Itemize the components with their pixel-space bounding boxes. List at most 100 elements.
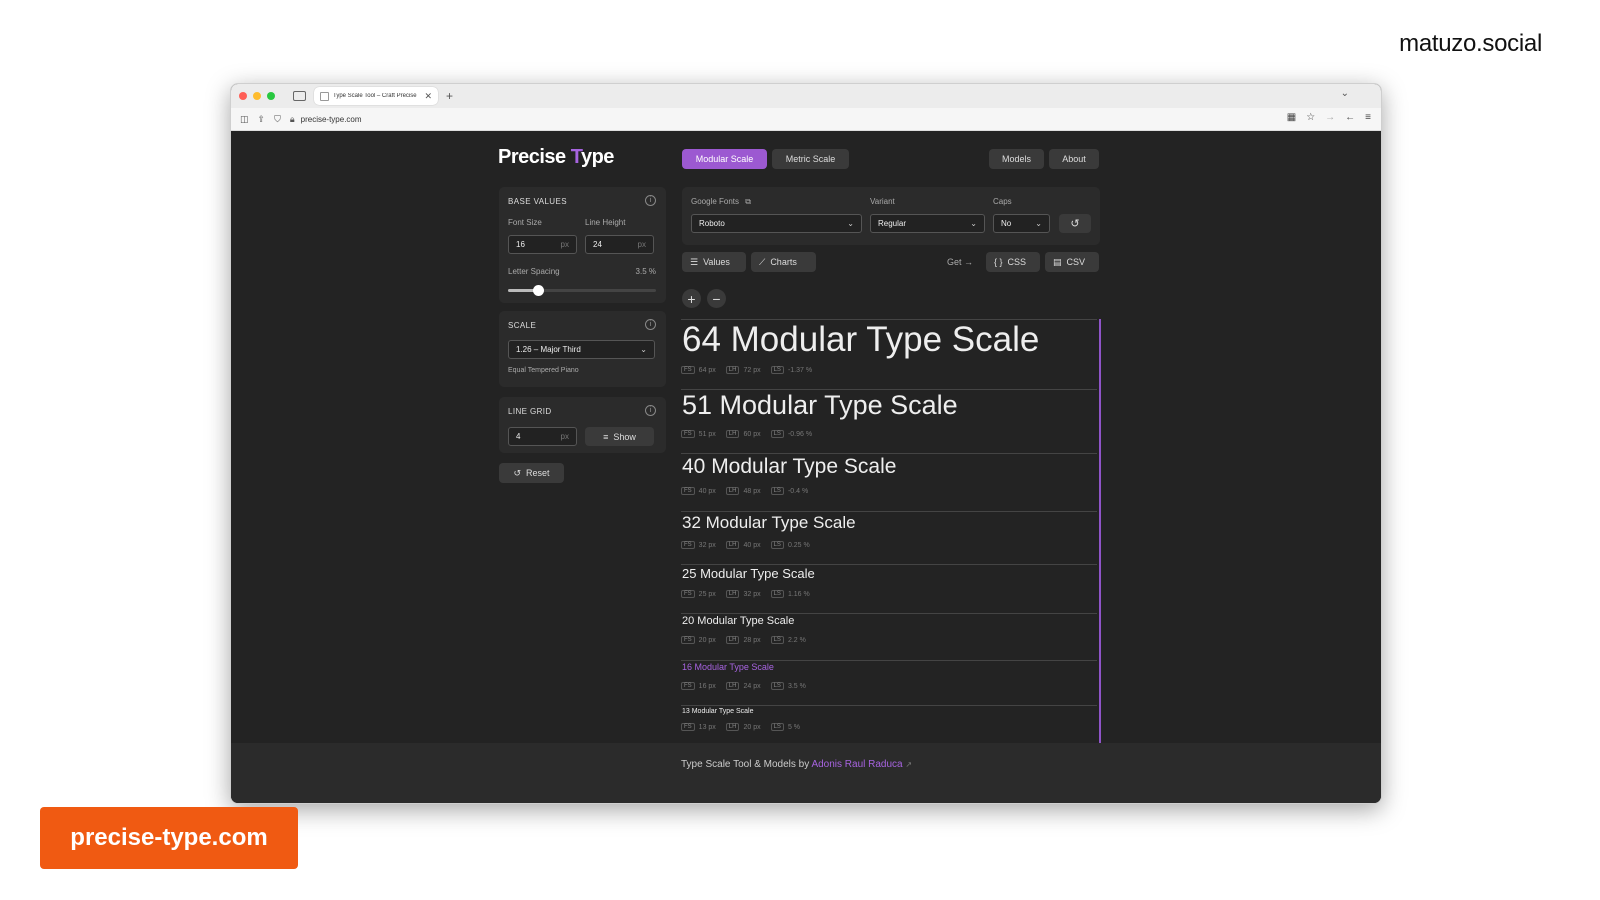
modular-scale-button[interactable]: Modular Scale	[682, 149, 767, 169]
scale-sample-text: 40 Modular Type Scale	[682, 455, 897, 478]
footer-credit: Type Scale Tool & Models by Adonis Raul …	[681, 759, 912, 770]
slider-handle[interactable]	[532, 285, 544, 296]
fs-meta: FS 40 px	[681, 487, 716, 495]
fs-meta: FS 64 px	[681, 366, 716, 374]
add-step-button[interactable]: +	[682, 289, 701, 308]
type-scale-preview: 64 Modular Type Scale FS 64 px LH 72 px LS -1.…	[681, 319, 1101, 743]
tab-list-chevron-icon[interactable]: ⌄	[1341, 88, 1349, 99]
favicon-icon	[320, 91, 329, 101]
metric-scale-button[interactable]: Metric Scale	[772, 149, 849, 169]
lh-value: 72 px	[743, 366, 761, 374]
maximize-window-button[interactable]	[267, 92, 275, 100]
lh-meta: LH 72 px	[725, 366, 761, 374]
ls-tag: LS	[770, 487, 784, 495]
chevron-down-icon: ⌄	[847, 219, 854, 228]
logo[interactable]: Precise Type	[498, 146, 614, 169]
info-icon[interactable]: i	[645, 195, 656, 206]
scale-row-meta: FS 20 px LH 28 px LS 2.2 %	[681, 636, 806, 644]
csv-export-button[interactable]: ▤ CSV	[1045, 252, 1099, 272]
info-icon[interactable]: i	[645, 319, 656, 330]
chart-icon: ⟋	[759, 256, 766, 267]
scale-select[interactable]: 1.26 – Major Third ⌄	[508, 340, 655, 359]
line-height-unit: px	[637, 240, 646, 249]
fs-value: 40 px	[698, 487, 716, 495]
values-button[interactable]: ☰ Values	[682, 252, 746, 272]
list-icon: ☰	[690, 256, 699, 267]
fs-tag: FS	[681, 541, 695, 549]
show-grid-label: Show	[613, 431, 636, 442]
line-height-input[interactable]: 24 px	[585, 235, 654, 254]
minus-icon: −	[712, 290, 721, 307]
line-grid-input[interactable]: 4 px	[508, 427, 577, 446]
shield-icon[interactable]: ⛉	[274, 114, 281, 125]
share-icon[interactable]: ⇪	[258, 114, 266, 125]
reset-font-button[interactable]: ↺	[1059, 214, 1091, 233]
browser-navbar: ◫ ⇪ ⛉ 🔒︎ precise-type.com ▦ ☆ → ← ≡	[231, 108, 1381, 131]
back-icon[interactable]: ←	[1345, 112, 1355, 123]
lh-tag: LH	[725, 541, 740, 549]
minimize-window-button[interactable]	[253, 92, 261, 100]
show-grid-button[interactable]: ≡ Show	[585, 427, 654, 446]
tab-title: Type Scale Tool – Craft Precise	[333, 93, 417, 99]
ls-meta: LS 2.2 %	[770, 636, 806, 644]
google-fonts-label[interactable]: Google Fonts ⧉	[691, 197, 751, 207]
bookmark-star-icon[interactable]: ☆	[1306, 112, 1315, 123]
fs-tag: FS	[681, 430, 695, 438]
lh-value: 32 px	[743, 590, 761, 598]
lh-tag: LH	[725, 430, 740, 438]
reset-button[interactable]: ↺ Reset	[499, 463, 564, 483]
ls-meta: LS 5 %	[770, 723, 800, 731]
logo-mark: T	[570, 146, 582, 168]
ls-meta: LS -1.37 %	[770, 366, 812, 374]
info-icon[interactable]: i	[645, 405, 656, 416]
font-size-value: 16	[516, 240, 525, 249]
variant-label: Variant	[870, 197, 895, 206]
scale-sample-text: 16 Modular Type Scale	[682, 662, 774, 672]
lh-tag: LH	[725, 636, 740, 644]
line-height-label: Line Height	[585, 218, 626, 227]
ls-value: -0.96 %	[787, 430, 813, 438]
lines-icon: ≡	[603, 431, 609, 442]
site-badge: precise-type.com	[40, 807, 298, 869]
charts-button[interactable]: ⟋ Charts	[751, 252, 816, 272]
fs-tag: FS	[681, 723, 695, 731]
sidebar-toggle-icon[interactable]: ◫	[240, 114, 249, 125]
fs-tag: FS	[681, 636, 695, 644]
scale-title: SCALE	[508, 321, 537, 330]
fs-value: 13 px	[698, 723, 716, 731]
variant-value: Regular	[878, 219, 907, 228]
font-size-input[interactable]: 16 px	[508, 235, 577, 254]
css-export-button[interactable]: { } CSS	[986, 252, 1040, 272]
fs-meta: FS 25 px	[681, 590, 716, 598]
scale-row-meta: FS 40 px LH 48 px LS -0.4 %	[681, 487, 808, 495]
lh-tag: LH	[725, 723, 740, 731]
caps-select[interactable]: No ⌄	[993, 214, 1050, 233]
lh-meta: LH 48 px	[725, 487, 761, 495]
tab-overview-icon[interactable]	[293, 91, 306, 101]
ls-meta: LS -0.4 %	[770, 487, 808, 495]
letter-spacing-slider[interactable]	[508, 285, 656, 296]
close-window-button[interactable]	[239, 92, 247, 100]
font-family-select[interactable]: Roboto ⌄	[691, 214, 862, 233]
scale-row: 40 Modular Type Scale FS 40 px LH 48 px LS -0.…	[681, 453, 1097, 501]
lh-meta: LH 20 px	[725, 723, 761, 731]
external-link-icon: ⧉	[745, 197, 751, 206]
menu-icon[interactable]: ≡	[1365, 112, 1371, 123]
scale-row-meta: FS 51 px LH 60 px LS -0.96 %	[681, 430, 812, 438]
models-button[interactable]: Models	[989, 149, 1044, 169]
lh-value: 60 px	[743, 430, 761, 438]
get-label: Get →	[947, 257, 974, 267]
address-bar[interactable]: precise-type.com	[301, 115, 362, 124]
csv-label: CSV	[1066, 257, 1086, 267]
variant-select[interactable]: Regular ⌄	[870, 214, 985, 233]
author-link[interactable]: Adonis Raul Raduca	[811, 759, 902, 770]
about-button[interactable]: About	[1049, 149, 1099, 169]
close-tab-icon[interactable]: ✕	[424, 91, 432, 102]
remove-step-button[interactable]: −	[707, 289, 726, 308]
scale-row-meta: FS 13 px LH 20 px LS 5 %	[681, 723, 800, 731]
forward-icon[interactable]: →	[1325, 112, 1335, 123]
extensions-icon[interactable]: ▦	[1287, 112, 1296, 123]
lh-value: 20 px	[743, 723, 761, 731]
browser-tab[interactable]: Type Scale Tool – Craft Precise ✕	[314, 87, 438, 105]
new-tab-icon[interactable]: +	[446, 89, 453, 103]
